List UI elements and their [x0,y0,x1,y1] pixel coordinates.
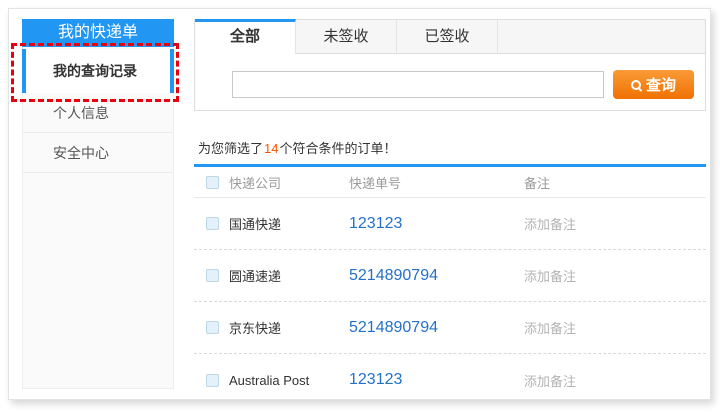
row-checkbox[interactable] [206,374,219,387]
orders-table: 快递公司 快递单号 备注 国通快递 123123 添加备注 圆通速递 52148… [194,167,706,406]
table-row: Australia Post 123123 添加备注 [194,354,706,406]
tab[interactable]: 全部 [195,19,296,54]
row-checkbox[interactable] [206,217,219,230]
cell-tracking-no-link[interactable]: 5214890794 [349,267,438,284]
cell-tracking-no-link[interactable]: 123123 [349,215,402,232]
sidebar-title: 我的快递单 [22,19,174,47]
tab[interactable]: 已签收 [397,20,498,54]
cell-company: 圆通速递 [229,266,349,285]
result-count: 14 [263,141,279,156]
filter-panel: 全部未签收已签收 查询 [194,19,706,111]
cell-company: Australia Post [229,373,349,388]
table-row: 国通快递 123123 添加备注 [194,198,706,250]
cell-add-remark-link[interactable]: 添加备注 [524,374,576,389]
tracking-search-input[interactable] [232,71,604,98]
result-summary-prefix: 为您筛选了 [198,141,263,156]
cell-tracking-no-link[interactable]: 5214890794 [349,319,438,336]
cell-tracking-no-link[interactable]: 123123 [349,371,402,388]
search-icon [631,80,641,90]
column-header-tracking-no: 快递单号 [349,173,524,192]
row-checkbox[interactable] [206,321,219,334]
cell-company: 国通快递 [229,214,349,233]
search-button-label: 查询 [646,74,676,95]
table-header-row: 快递公司 快递单号 备注 [194,167,706,198]
row-checkbox[interactable] [206,269,219,282]
sidebar-item[interactable]: 个人信息 [23,93,173,133]
sidebar-menu: 我的查询记录个人信息安全中心 [23,49,173,173]
main-card: 我的快递单 我的查询记录个人信息安全中心 全部未签收已签收 查询 为您筛选了14… [8,8,711,400]
result-summary: 为您筛选了14个符合条件的订单！ [194,138,706,157]
column-header-company: 快递公司 [229,173,349,192]
result-summary-suffix: 个符合条件的订单！ [279,141,396,156]
cell-add-remark-link[interactable]: 添加备注 [524,269,576,284]
sidebar: 我的快递单 我的查询记录个人信息安全中心 [22,19,174,389]
tab-bar: 全部未签收已签收 [195,20,705,54]
cell-add-remark-link[interactable]: 添加备注 [524,217,576,232]
main-content: 全部未签收已签收 查询 为您筛选了14个符合条件的订单！ 快递公司 快递单号 备… [194,19,706,406]
select-all-checkbox[interactable] [206,176,219,189]
sidebar-item[interactable]: 安全中心 [23,133,173,173]
cell-add-remark-link[interactable]: 添加备注 [524,321,576,336]
table-body: 国通快递 123123 添加备注 圆通速递 5214890794 添加备注 京东… [194,198,706,406]
table-row: 京东快递 5214890794 添加备注 [194,302,706,354]
tab[interactable]: 未签收 [296,20,397,54]
cell-company: 京东快递 [229,318,349,337]
sidebar-item[interactable]: 我的查询记录 [22,49,174,93]
column-header-remark: 备注 [524,173,706,192]
search-button[interactable]: 查询 [613,70,694,99]
table-row: 圆通速递 5214890794 添加备注 [194,250,706,302]
